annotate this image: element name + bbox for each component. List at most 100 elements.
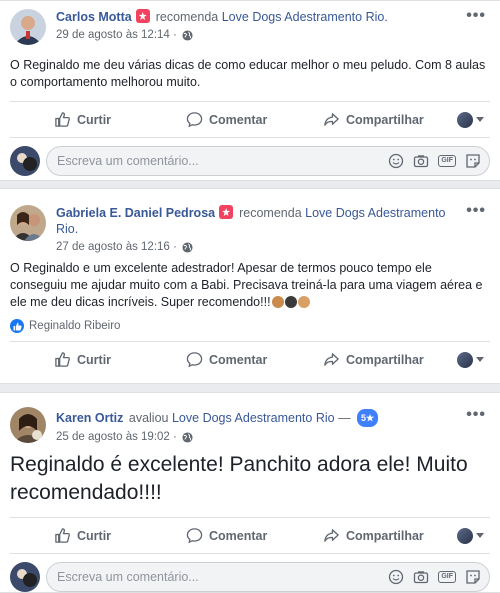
comment-label: Comentar [209, 112, 268, 127]
avatar[interactable] [10, 407, 46, 443]
post-card-3: Karen Ortiz avaliou Love Dogs Adestramen… [0, 392, 500, 593]
avatar [457, 527, 473, 544]
action-verb: avaliou [128, 411, 169, 425]
post-as-selector[interactable] [457, 527, 484, 544]
page-link[interactable]: Love Dogs Adestramento Rio. [222, 10, 388, 24]
comment-composer: Escreva um comentário... GIF [10, 553, 490, 593]
post-text-body: O Reginaldo e um excelente adestrador! A… [10, 261, 483, 309]
recommend-flag-icon [135, 9, 150, 23]
action-bar: Curtir Comentar Compartilhar [10, 341, 490, 377]
chevron-down-icon [476, 357, 484, 362]
post-meta: 25 de agosto às 19:02 · [56, 431, 460, 443]
comment-label: Comentar [209, 528, 268, 543]
post-card-2: Gabriela E. Daniel Pedrosa recomenda Love… [0, 188, 500, 384]
chevron-down-icon [476, 117, 484, 122]
globe-icon [182, 29, 193, 41]
post-card-1: Carlos Motta recomenda Love Dogs Adestram… [0, 0, 500, 181]
post-date[interactable]: 25 de agosto às 19:02 · [56, 431, 177, 443]
rating-badge: 5★ [357, 409, 379, 427]
share-arrow-icon [324, 353, 339, 366]
action-verb: recomenda [239, 206, 302, 220]
recommend-flag-icon [219, 205, 234, 219]
share-label: Compartilhar [346, 112, 424, 127]
more-options-icon[interactable]: ••• [466, 406, 486, 424]
reaction-names: Reginaldo Ribeiro [29, 320, 121, 332]
avatar[interactable] [10, 205, 46, 241]
post-text: O Reginaldo me deu várias dicas de como … [10, 58, 486, 89]
page-link[interactable]: Love Dogs Adestramento Rio [172, 411, 335, 425]
share-arrow-icon [324, 113, 339, 126]
sticker-icon[interactable] [465, 153, 481, 169]
sticker-icon[interactable] [465, 569, 481, 585]
comment-button[interactable]: Comentar [186, 111, 267, 128]
avatar [457, 111, 473, 128]
avatar [457, 351, 473, 368]
comment-label: Comentar [209, 352, 268, 367]
gif-icon[interactable]: GIF [438, 155, 456, 167]
comment-tools: GIF [388, 153, 481, 169]
action-verb: recomenda [155, 10, 219, 24]
post-headline: Carlos Motta recomenda Love Dogs Adestram… [56, 9, 460, 25]
speech-bubble-icon [186, 352, 203, 368]
like-button[interactable]: Curtir [54, 351, 111, 368]
smiley-icon[interactable] [388, 153, 404, 169]
comment-button[interactable]: Comentar [186, 351, 267, 368]
comment-input[interactable]: Escreva um comentário... GIF [46, 562, 490, 592]
post-header: Karen Ortiz avaliou Love Dogs Adestramen… [0, 393, 500, 443]
comment-placeholder: Escreva um comentário... [57, 570, 199, 584]
globe-icon [182, 241, 193, 253]
comment-input[interactable]: Escreva um comentário... GIF [46, 146, 490, 176]
avatar [10, 146, 40, 176]
separator: — [338, 411, 351, 425]
like-label: Curtir [77, 528, 112, 543]
share-button[interactable]: Compartilhar [323, 351, 424, 368]
thumbs-up-icon [55, 112, 70, 127]
share-button[interactable]: Compartilhar [323, 527, 424, 544]
avatar[interactable] [10, 9, 46, 45]
post-as-selector[interactable] [457, 111, 484, 128]
comment-button[interactable]: Comentar [186, 527, 267, 544]
share-label: Compartilhar [346, 528, 424, 543]
like-label: Curtir [77, 112, 112, 127]
post-as-selector[interactable] [457, 351, 484, 368]
author-name[interactable]: Carlos Motta [56, 10, 132, 24]
like-button[interactable]: Curtir [54, 527, 111, 544]
more-options-icon[interactable]: ••• [466, 202, 486, 220]
post-text: Reginaldo é excelente! Panchito adora el… [10, 453, 468, 504]
post-meta: 29 de agosto às 12:14 · [56, 29, 460, 41]
share-button[interactable]: Compartilhar [323, 111, 424, 128]
post-headline: Gabriela E. Daniel Pedrosa recomenda Love… [56, 205, 460, 237]
speech-bubble-icon [186, 112, 203, 128]
like-reaction-icon [10, 319, 24, 333]
smiley-icon[interactable] [388, 569, 404, 585]
reactions-summary[interactable]: Reginaldo Ribeiro [0, 319, 500, 341]
post-date[interactable]: 27 de agosto às 12:16 · [56, 241, 177, 253]
action-bar: Curtir Comentar Compartilhar [10, 517, 490, 553]
share-label: Compartilhar [346, 352, 424, 367]
post-date[interactable]: 29 de agosto às 12:14 · [56, 29, 177, 41]
gif-icon[interactable]: GIF [438, 571, 456, 583]
more-options-icon[interactable]: ••• [466, 7, 486, 25]
author-name[interactable]: Gabriela E. Daniel Pedrosa [56, 206, 215, 220]
share-arrow-icon [324, 529, 339, 542]
avatar [10, 562, 40, 592]
comment-composer: Escreva um comentário... GIF [10, 137, 490, 184]
speech-bubble-icon [186, 528, 203, 544]
camera-icon[interactable] [413, 569, 429, 585]
post-headline: Karen Ortiz avaliou Love Dogs Adestramen… [56, 409, 460, 427]
author-name[interactable]: Karen Ortiz [56, 411, 123, 425]
comment-placeholder: Escreva um comentário... [57, 154, 199, 168]
dog-face-emoji-icon [271, 296, 284, 308]
like-label: Curtir [77, 352, 112, 367]
dog-emoji-icon [284, 296, 297, 308]
comment-tools: GIF [388, 569, 481, 585]
camera-icon[interactable] [413, 153, 429, 169]
post-header: Gabriela E. Daniel Pedrosa recomenda Love… [0, 189, 500, 253]
thumbs-up-icon [55, 528, 70, 543]
like-button[interactable]: Curtir [54, 111, 111, 128]
chevron-down-icon [476, 533, 484, 538]
action-bar: Curtir Comentar Compartilhar [10, 101, 490, 137]
thumbs-up-icon [55, 352, 70, 367]
post-header: Carlos Motta recomenda Love Dogs Adestram… [0, 1, 500, 51]
globe-icon [182, 431, 193, 443]
